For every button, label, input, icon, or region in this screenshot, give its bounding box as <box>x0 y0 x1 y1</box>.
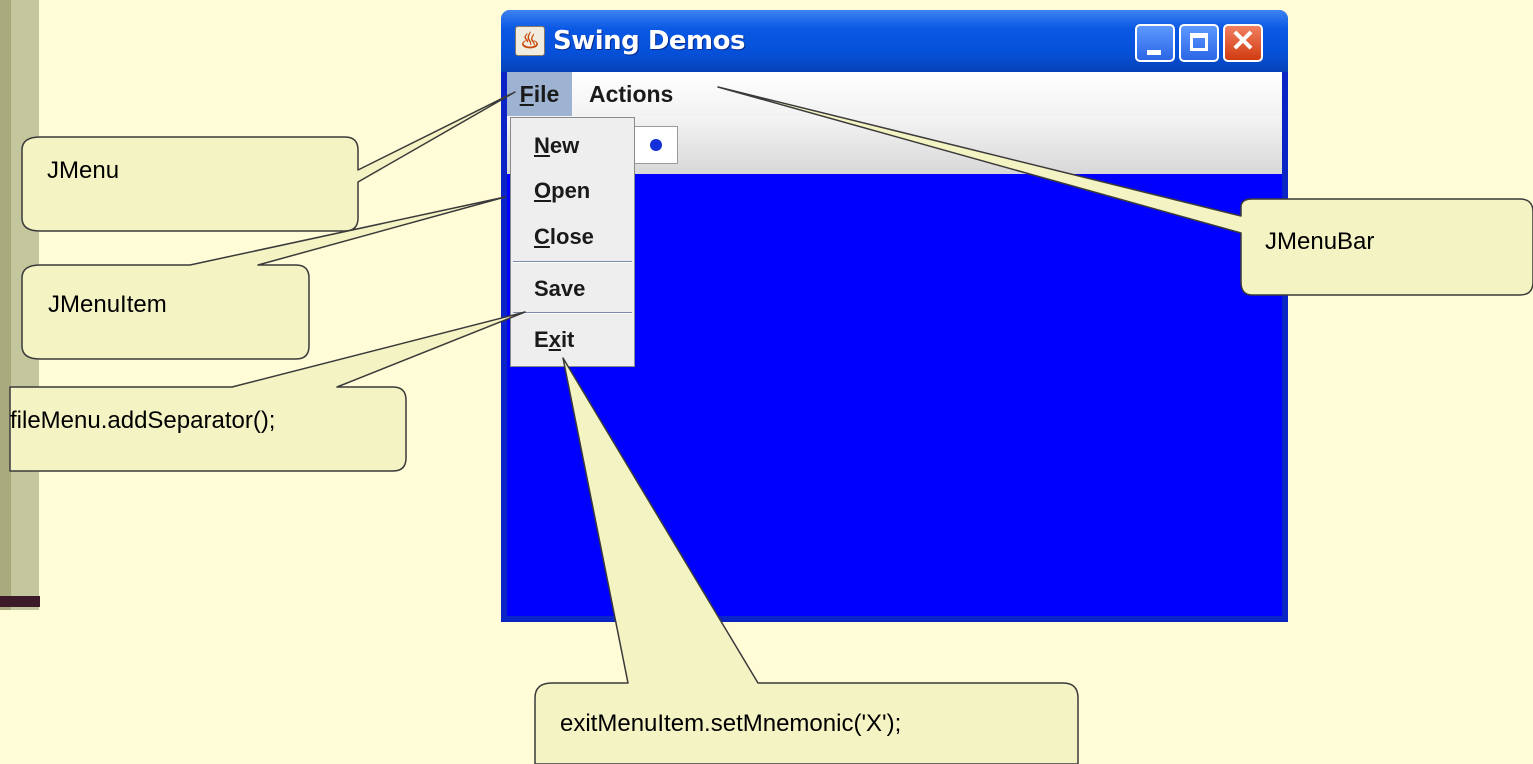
callout-jmenubar <box>717 86 1533 296</box>
callout-jmenubar-label: JMenuBar <box>1265 228 1375 255</box>
callout-jmenu-label: JMenu <box>47 157 120 184</box>
callout-mnemonic-label: exitMenuItem.setMnemonic('X'); <box>560 710 902 737</box>
callout-separator-label: fileMenu.addSeparator(); <box>10 407 276 434</box>
callout-shapes <box>9 86 1533 764</box>
callout-jmenuitem-label: JMenuItem <box>48 291 167 318</box>
callout-mnemonic <box>534 357 1079 764</box>
